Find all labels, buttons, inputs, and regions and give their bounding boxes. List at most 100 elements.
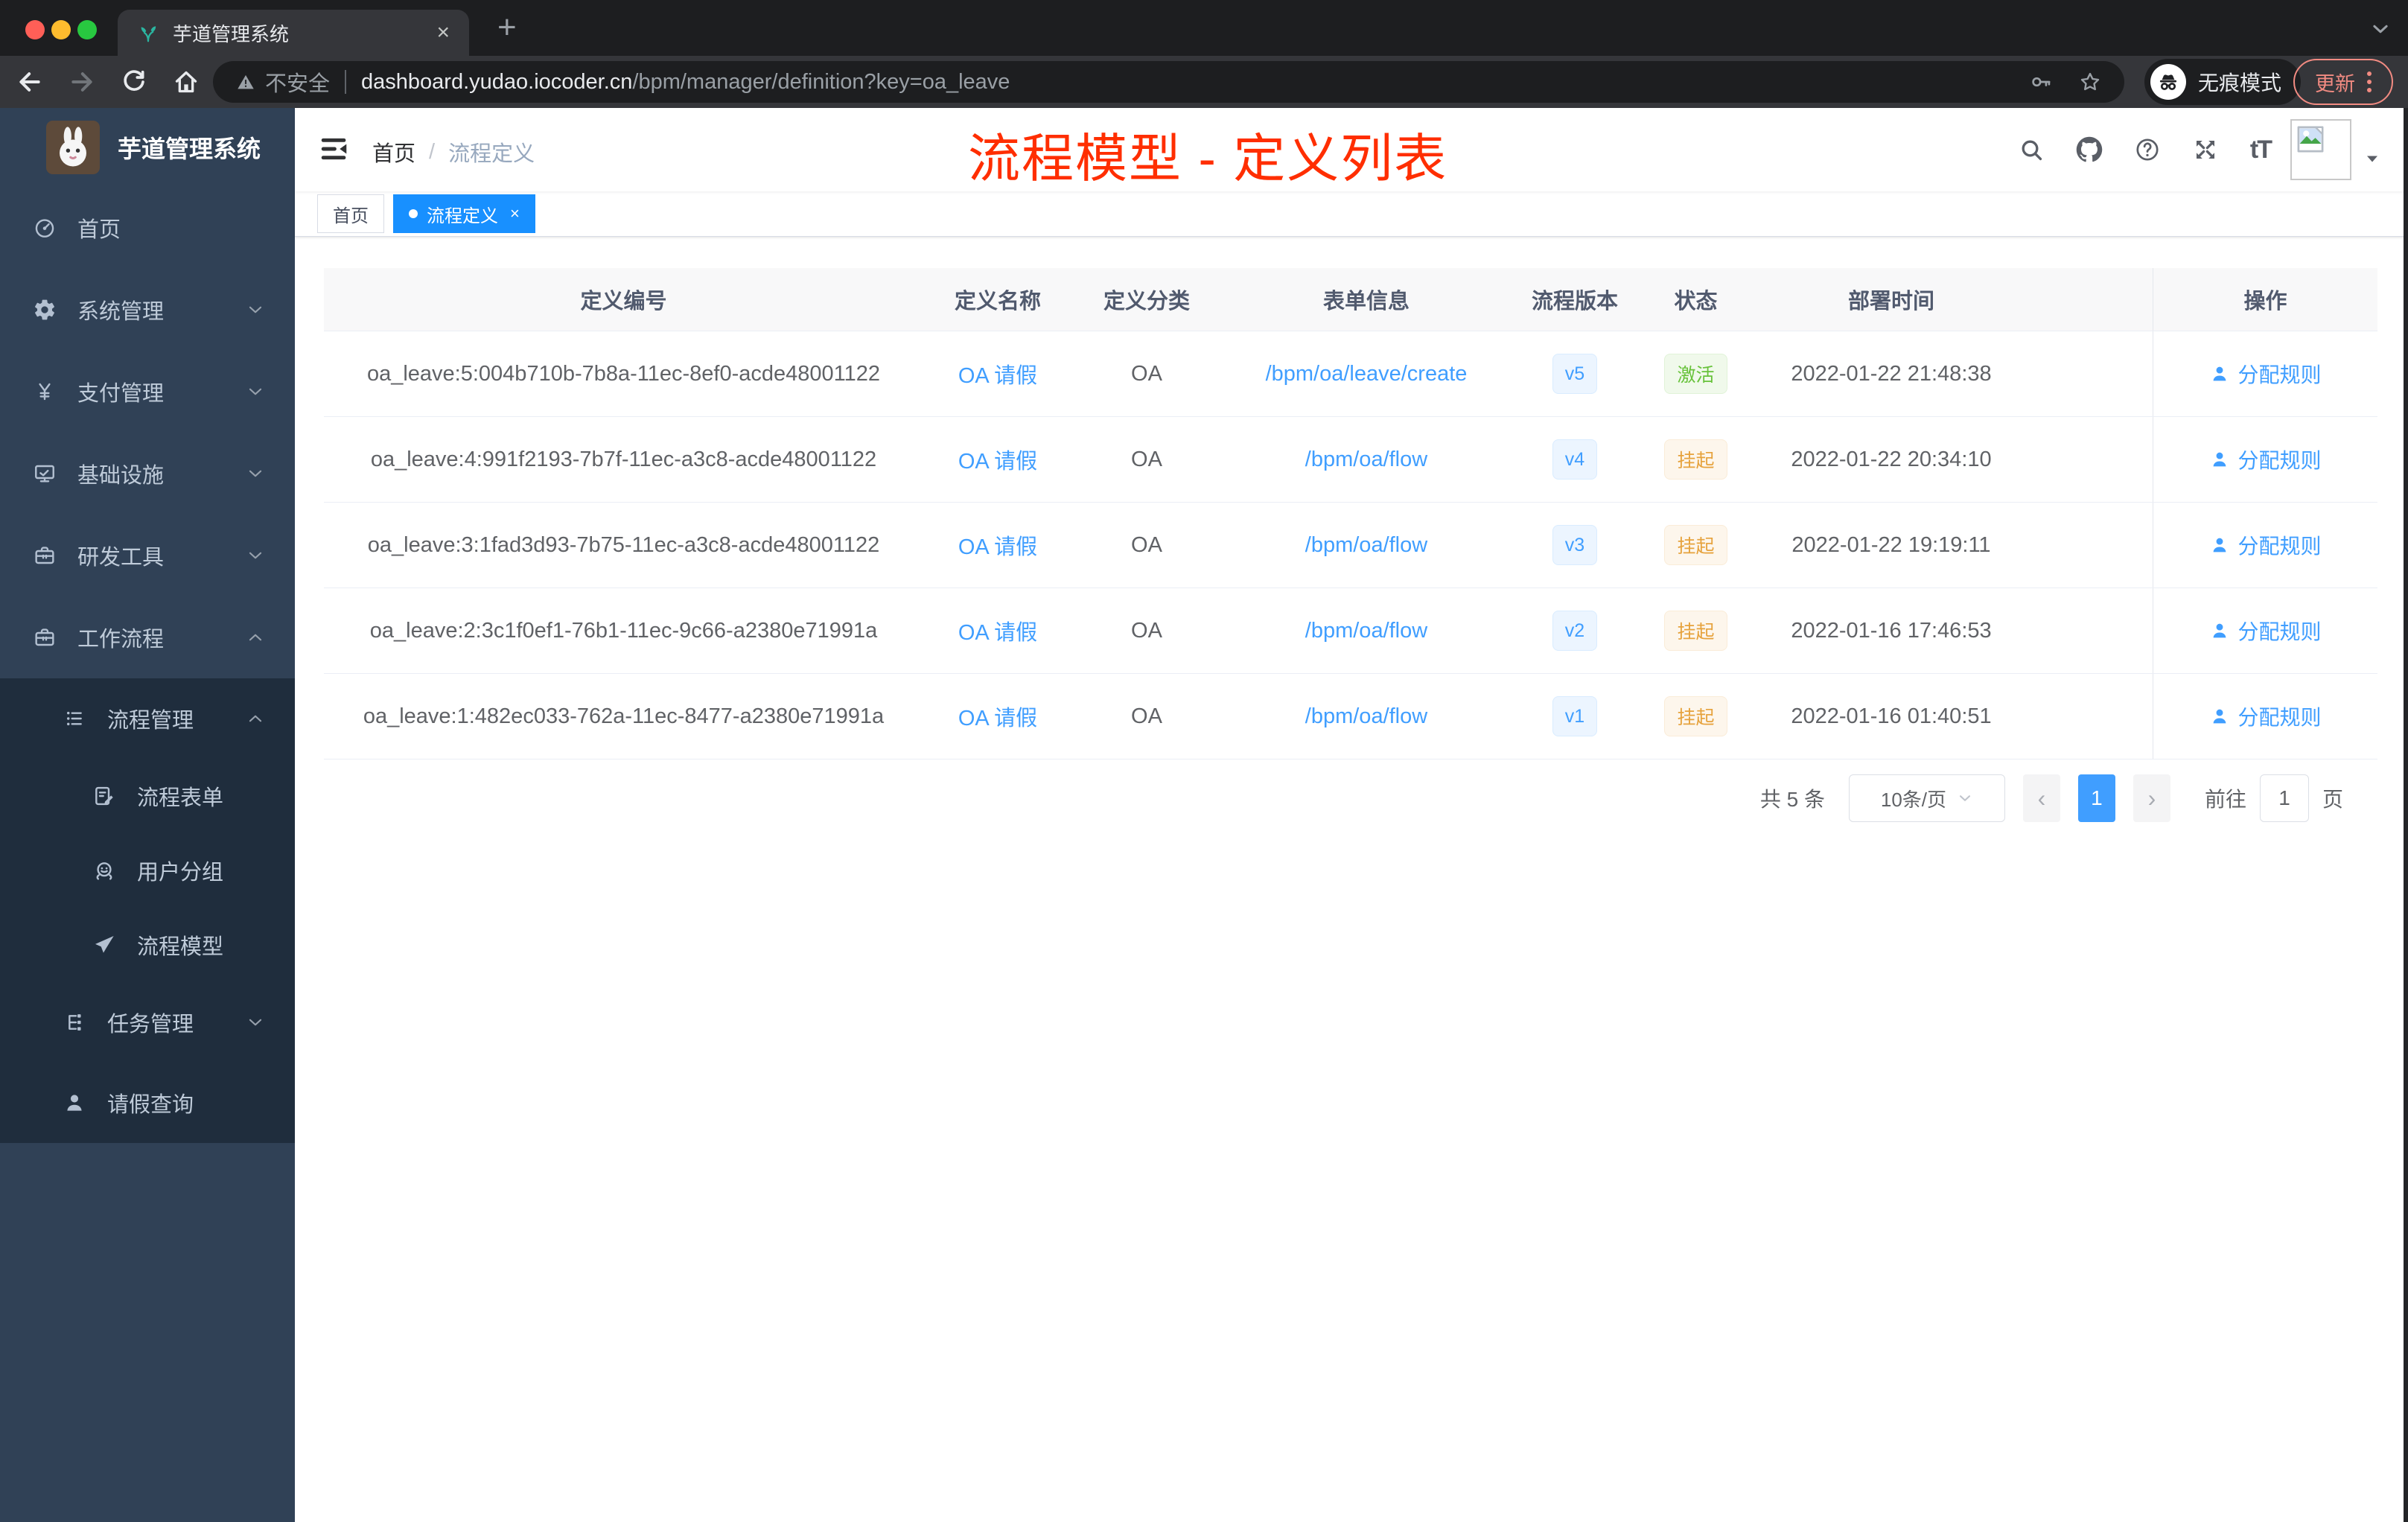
form-link[interactable]: /bpm/oa/flow <box>1305 619 1427 643</box>
reload-button[interactable] <box>118 66 150 98</box>
chevron-down-icon <box>246 1013 265 1032</box>
yen-icon <box>33 380 57 404</box>
url-bar[interactable]: 不安全 dashboard.yudao.iocoder.cn/bpm/manag… <box>213 61 2124 103</box>
sidebar-item-dev-tools[interactable]: 研发工具 <box>0 515 295 596</box>
forward-button[interactable] <box>66 66 98 98</box>
spacer-cell <box>2029 674 2153 759</box>
next-page-button[interactable]: › <box>2133 774 2170 822</box>
sidebar-menu: 首页 系统管理 支付管理 基础设施 研发工具 工作流程 流程管理 流程表单 用户… <box>0 187 295 1143</box>
version-badge: v2 <box>1552 611 1598 651</box>
sidebar-item-infrastructure[interactable]: 基础设施 <box>0 433 295 515</box>
definition-name-link[interactable]: OA 请假 <box>958 444 1037 475</box>
breadcrumb-current: 流程定义 <box>448 142 535 166</box>
status-badge: 挂起 <box>1664 611 1727 651</box>
goto-page-input[interactable] <box>2259 774 2309 822</box>
tag-home[interactable]: 首页 <box>317 194 384 233</box>
github-icon[interactable] <box>2076 136 2103 163</box>
bookmark-star-icon[interactable] <box>2078 70 2102 94</box>
form-link[interactable]: /bpm/oa/flow <box>1305 704 1427 729</box>
definition-name-link[interactable]: OA 请假 <box>958 358 1037 389</box>
status-badge: 激活 <box>1664 354 1727 394</box>
chevron-down-icon <box>246 464 265 483</box>
deploy-time: 2022-01-16 01:40:51 <box>1791 704 1992 728</box>
tab-search-chevron-icon[interactable] <box>2369 18 2392 40</box>
sidebar-item-process-form[interactable]: 流程表单 <box>0 759 295 833</box>
definition-category: OA <box>1131 532 1162 557</box>
gear-icon <box>33 298 57 322</box>
zoom-window-button[interactable] <box>77 20 97 39</box>
form-link[interactable]: /bpm/oa/flow <box>1305 448 1427 472</box>
update-button[interactable]: 更新 <box>2293 59 2393 105</box>
form-link[interactable]: /bpm/oa/flow <box>1305 533 1427 558</box>
column-header-3: 表单信息 <box>1322 290 1410 313</box>
chevron-up-icon <box>246 628 265 647</box>
tab-close-icon[interactable]: × <box>436 20 450 45</box>
chevron-down-icon <box>246 300 265 319</box>
page-unit-label: 页 <box>2322 788 2343 811</box>
page-size-select[interactable]: 10条/页 <box>1848 774 2005 822</box>
total-count: 共 5 条 <box>1759 788 1825 811</box>
avatar-caret-down-icon[interactable] <box>2363 150 2381 168</box>
definition-name-link[interactable]: OA 请假 <box>958 701 1037 732</box>
sidebar-item-workflow[interactable]: 工作流程 <box>0 596 295 678</box>
browser-tab[interactable]: 芋道管理系统 × <box>118 10 469 56</box>
url-host: dashboard.yudao.iocoder.cn <box>361 69 633 94</box>
definition-name-link[interactable]: OA 请假 <box>958 615 1037 646</box>
close-window-button[interactable] <box>25 20 45 39</box>
app-header: 首页 / 流程定义 流程模型 - 定义列表 tT <box>295 108 2408 191</box>
version-badge: v5 <box>1552 354 1598 394</box>
password-key-icon[interactable] <box>2029 70 2053 94</box>
assign-rule-button[interactable]: 分配规则 <box>2209 359 2322 389</box>
monitor-icon <box>33 462 57 485</box>
goto-label: 前往 <box>2204 788 2246 811</box>
sidebar-item-home[interactable]: 首页 <box>0 187 295 269</box>
chevron-down-icon <box>1957 790 1973 806</box>
warning-icon <box>235 71 256 92</box>
column-header-4: 流程版本 <box>1531 290 1618 313</box>
assign-rule-button[interactable]: 分配规则 <box>2209 701 2322 731</box>
sidebar-item-payment-management[interactable]: 支付管理 <box>0 351 295 433</box>
minimize-window-button[interactable] <box>51 20 71 39</box>
breadcrumb-home[interactable]: 首页 <box>372 136 415 168</box>
sidebar-item-system-management[interactable]: 系统管理 <box>0 269 295 351</box>
main-content: 定义编号 定义名称 定义分类 表单信息 流程版本 状态 部署时间 操作 oa_leave:5:… <box>295 237 2408 1522</box>
tag-close-icon[interactable]: × <box>510 204 520 223</box>
url-path: /bpm/manager/definition?key=oa_leave <box>632 69 1010 94</box>
sidebar-item-process-model[interactable]: 流程模型 <box>0 908 295 982</box>
table-row: oa_leave:3:1fad3d93-7b75-11ec-a3c8-acde4… <box>324 503 2377 588</box>
fullscreen-icon[interactable] <box>2192 136 2219 163</box>
form-link[interactable]: /bpm/oa/leave/create <box>1266 362 1468 386</box>
user-icon <box>2209 449 2230 470</box>
assign-rule-button[interactable]: 分配规则 <box>2209 616 2322 646</box>
definition-id: oa_leave:1:482ec033-762a-11ec-8477-a2380… <box>363 704 885 728</box>
hamburger-icon[interactable] <box>317 132 353 168</box>
table-row: oa_leave:5:004b710b-7b8a-11ec-8ef0-acde4… <box>324 331 2377 417</box>
sidebar-item-user-group[interactable]: 用户分组 <box>0 833 295 908</box>
avatar[interactable] <box>2290 119 2351 180</box>
current-page-button[interactable]: 1 <box>2077 774 2115 822</box>
home-button[interactable] <box>170 66 203 98</box>
sidebar-item-leave-query[interactable]: 请假查询 <box>0 1063 295 1143</box>
user-icon <box>2209 706 2230 727</box>
help-icon[interactable] <box>2134 136 2161 163</box>
definition-category: OA <box>1131 618 1162 643</box>
definition-name-link[interactable]: OA 请假 <box>958 529 1037 561</box>
assign-rule-button[interactable]: 分配规则 <box>2209 445 2322 474</box>
sidebar-item-process-management[interactable]: 流程管理 <box>0 678 295 759</box>
back-button[interactable] <box>13 66 46 98</box>
flow-icon <box>63 1010 86 1034</box>
status-badge: 挂起 <box>1664 525 1727 565</box>
assign-rule-button[interactable]: 分配规则 <box>2209 530 2322 560</box>
tab-strip: 芋道管理系统 × + <box>0 0 2408 56</box>
sidebar-item-task-management[interactable]: 任务管理 <box>0 982 295 1063</box>
menu-dots-icon[interactable] <box>2367 71 2372 92</box>
sidebar-logo[interactable]: 芋道管理系统 <box>0 108 295 187</box>
tag-process-definition[interactable]: 流程定义 × <box>393 194 535 233</box>
deploy-time: 2022-01-22 20:34:10 <box>1791 447 1992 471</box>
favicon-sprout-icon <box>137 22 159 44</box>
security-label[interactable]: 不安全 <box>265 66 330 98</box>
font-size-icon[interactable]: tT <box>2250 136 2272 165</box>
new-tab-button[interactable]: + <box>497 9 517 46</box>
search-icon[interactable] <box>2018 136 2045 163</box>
prev-page-button[interactable]: ‹ <box>2022 774 2060 822</box>
